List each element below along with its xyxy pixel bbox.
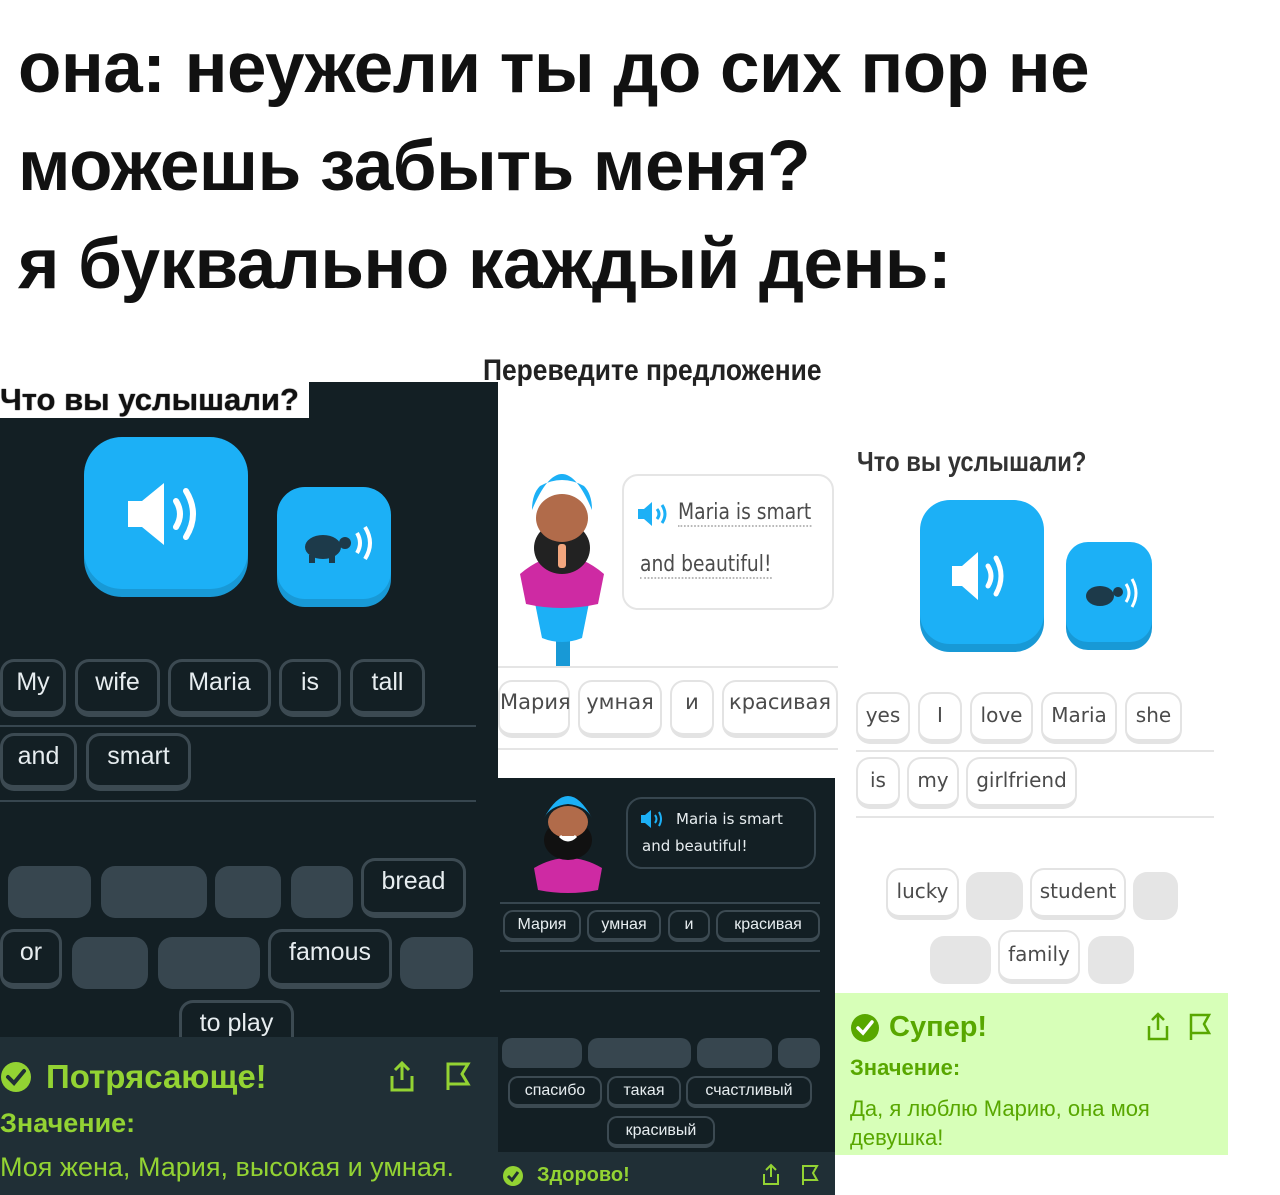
play-audio-button[interactable] (84, 437, 248, 589)
used-word-slot (158, 937, 260, 989)
answer-line (500, 950, 820, 952)
used-word-slot (400, 937, 473, 989)
answer-word-tile[interactable]: my (907, 757, 959, 809)
answer-line (0, 725, 476, 727)
answer-line (500, 990, 820, 992)
panel3-title: Что вы услышали? (857, 446, 1087, 477)
bank-word-tile[interactable]: bread (361, 858, 466, 918)
feedback-title: Супер! (889, 1011, 988, 1043)
answer-word-tile[interactable]: is (279, 659, 341, 717)
used-word-slot (966, 872, 1023, 920)
bank-word-tile[interactable]: student (1030, 868, 1126, 920)
answer-word-tile[interactable]: Maria (168, 659, 271, 717)
used-word-slot (778, 1038, 820, 1068)
bubble-text-line-2: and beautiful! (640, 552, 772, 579)
panel2-title: Переведите предложение (483, 354, 822, 387)
answer-word-tile[interactable]: красивая (722, 680, 838, 738)
character-illustration (520, 474, 604, 666)
meaning-label: Значение: (0, 1108, 136, 1138)
answer-word-tile[interactable]: и (668, 910, 710, 942)
meaning-label: Значение: (850, 1055, 961, 1080)
answer-line (498, 748, 838, 750)
character-illustration (534, 796, 602, 893)
answer-line (856, 816, 1214, 818)
used-word-slot (72, 937, 148, 989)
bubble-text-line-1: Maria is smart (676, 810, 783, 828)
report-flag-icon[interactable] (1186, 1012, 1214, 1042)
report-flag-icon[interactable] (799, 1163, 821, 1187)
answer-word-tile[interactable]: Maria (1041, 692, 1117, 744)
answer-word-tile[interactable]: умная (587, 910, 661, 942)
share-icon[interactable] (761, 1163, 781, 1187)
answer-word-tile[interactable]: she (1125, 692, 1182, 744)
answer-word-tile[interactable]: tall (350, 659, 425, 717)
share-icon[interactable] (1145, 1012, 1171, 1042)
answer-word-tile[interactable]: красивая (716, 910, 820, 942)
bubble-text-line-2: and beautiful! (642, 837, 748, 855)
bank-word-tile[interactable]: or (0, 929, 62, 989)
answer-word-tile[interactable]: love (970, 692, 1033, 744)
used-word-slot (930, 936, 991, 984)
meaning-text: Да, я люблю Марию, она моя девушка! (850, 1096, 1150, 1150)
used-word-slot (1133, 872, 1178, 920)
speech-bubble: Maria is smart and beautiful! (622, 474, 834, 610)
slow-audio-button[interactable] (1066, 542, 1152, 642)
answer-word-tile[interactable]: My (0, 659, 66, 717)
bank-word-tile[interactable]: lucky (886, 868, 959, 920)
meme-caption: она: неужели ты до сих пор не можешь заб… (18, 20, 1268, 314)
used-word-slot (697, 1038, 772, 1068)
bank-word-tile[interactable]: красивый (607, 1116, 715, 1148)
answer-word-tile[interactable]: и (670, 680, 714, 738)
check-circle-icon (1, 1062, 31, 1092)
used-word-slot (8, 866, 91, 918)
bank-word-tile[interactable]: famous (268, 929, 392, 989)
turtle-icon (305, 525, 372, 563)
answer-word-tile[interactable]: is (856, 757, 900, 809)
play-audio-button[interactable] (920, 500, 1044, 644)
speaker-icon[interactable] (640, 809, 664, 829)
feedback-title: Потрясающе! (46, 1058, 267, 1095)
answer-word-tile[interactable]: girlfriend (966, 757, 1077, 809)
caption-line-2: можешь забыть меня? (18, 127, 811, 206)
bank-word-tile[interactable]: family (998, 930, 1080, 984)
used-word-slot (1088, 936, 1134, 984)
speaker-icon (952, 552, 1004, 600)
bank-word-tile[interactable]: такая (607, 1076, 681, 1108)
answer-word-tile[interactable]: умная (578, 680, 662, 738)
answer-word-tile[interactable]: and (0, 733, 77, 791)
share-icon[interactable] (387, 1060, 417, 1094)
answer-word-tile[interactable]: yes (856, 692, 910, 744)
caption-line-1: она: неужели ты до сих пор не (18, 29, 1090, 108)
answer-line (856, 750, 1214, 752)
used-word-slot (101, 866, 207, 918)
used-word-slot (215, 866, 281, 918)
check-circle-icon (851, 1014, 879, 1042)
answer-line (0, 800, 476, 802)
answer-word-tile[interactable]: wife (75, 659, 160, 717)
speaker-icon (128, 483, 196, 545)
answer-word-tile[interactable]: smart (86, 733, 191, 791)
panel1-title: Что вы услышали? (0, 382, 309, 418)
answer-word-tile[interactable]: I (918, 692, 962, 744)
feedback-title: Здорово! (537, 1164, 630, 1186)
used-word-slot (291, 866, 353, 918)
answer-word-tile[interactable]: Мария (498, 680, 571, 738)
report-flag-icon[interactable] (442, 1060, 474, 1094)
slow-audio-button[interactable] (277, 487, 391, 599)
answer-line (500, 902, 820, 904)
answer-word-tile[interactable]: Мария (503, 910, 581, 942)
speech-bubble: Maria is smart and beautiful! (626, 797, 816, 869)
turtle-icon (1086, 578, 1138, 608)
speaker-icon[interactable] (636, 500, 670, 528)
bubble-text-line-1: Maria is smart (678, 500, 812, 527)
used-word-slot (502, 1038, 582, 1068)
answer-line (498, 666, 838, 668)
bank-word-tile[interactable]: счастливый (686, 1076, 812, 1108)
bank-word-tile[interactable]: спасибо (508, 1076, 602, 1108)
used-word-slot (588, 1038, 691, 1068)
check-circle-icon (503, 1166, 523, 1186)
caption-line-3: я буквально каждый день: (18, 225, 952, 304)
meaning-text: Моя жена, Мария, высокая и умная. (0, 1152, 454, 1182)
